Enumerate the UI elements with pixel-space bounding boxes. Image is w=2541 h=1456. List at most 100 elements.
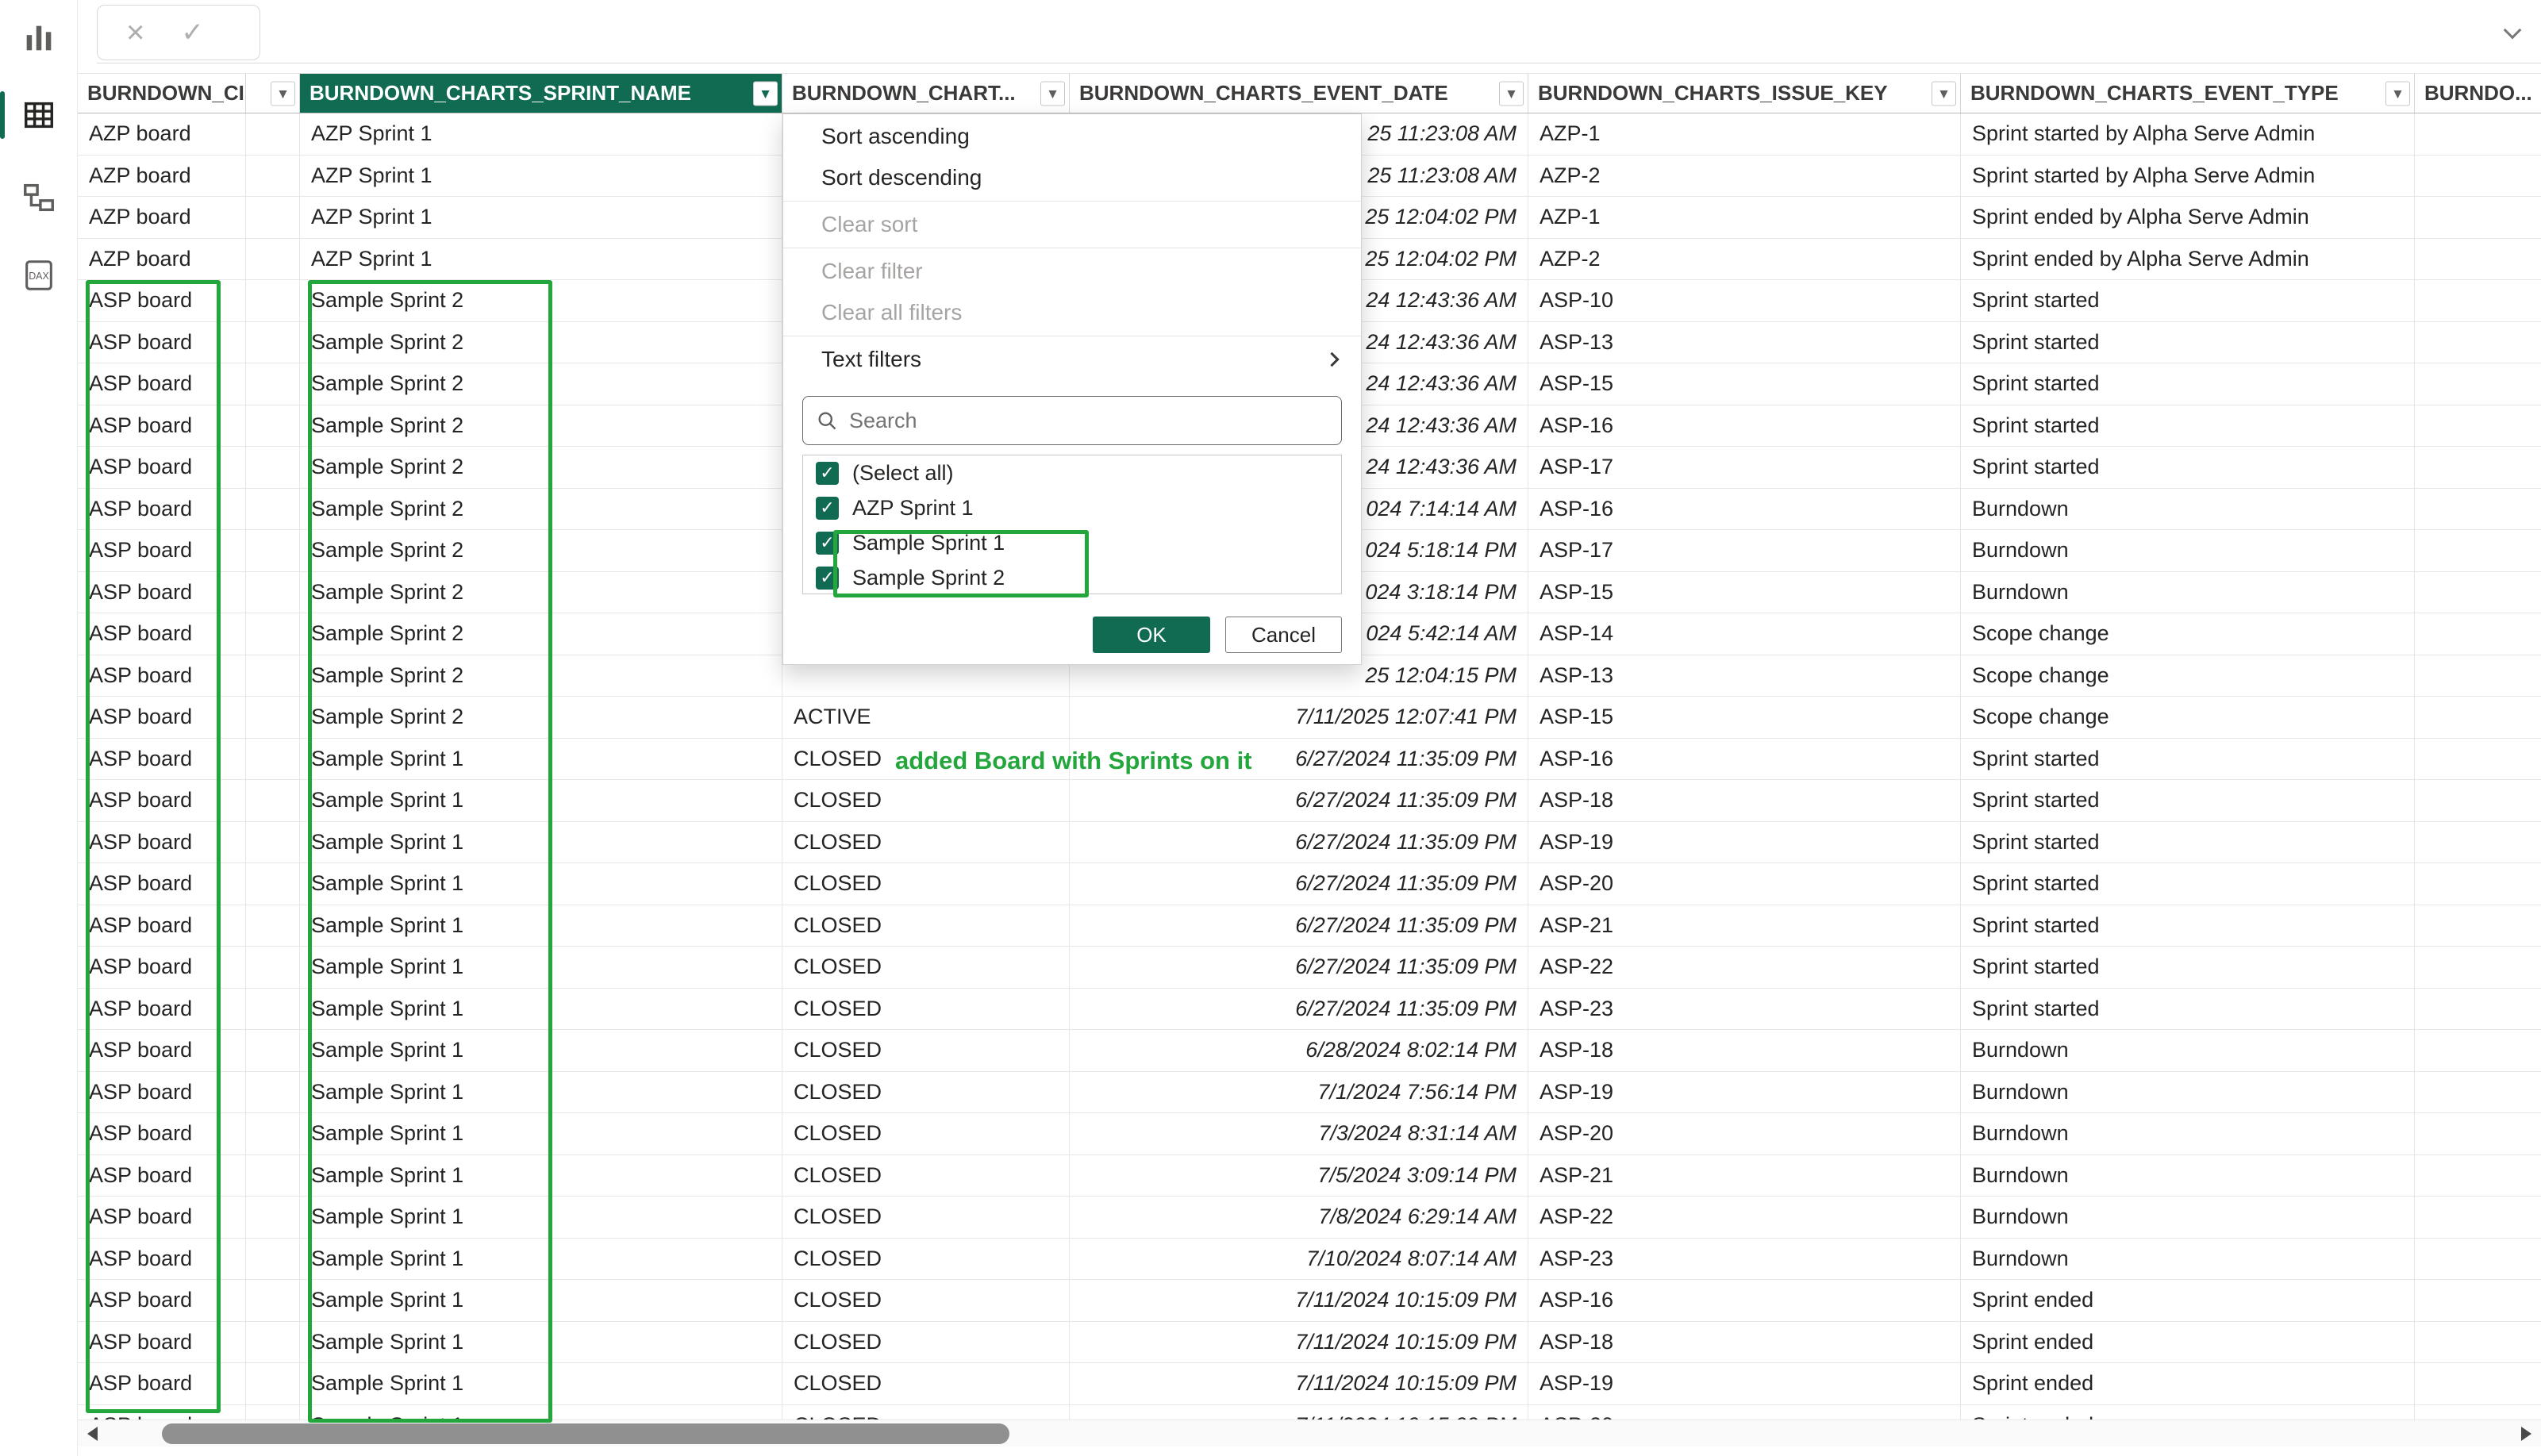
horizontal-scrollbar[interactable]: [78, 1420, 2541, 1446]
table-cell[interactable]: [246, 1197, 300, 1238]
table-cell[interactable]: [246, 405, 300, 447]
table-cell[interactable]: Sprint started: [1961, 989, 2415, 1030]
table-cell[interactable]: CLOSED: [782, 1280, 1070, 1321]
table-cell[interactable]: AZP board: [78, 113, 246, 155]
table-cell[interactable]: ASP board: [78, 1280, 246, 1321]
table-cell[interactable]: [246, 989, 300, 1030]
table-cell[interactable]: Sample Sprint 1: [300, 1113, 782, 1154]
table-cell[interactable]: ASP-17: [1528, 447, 1961, 488]
table-cell[interactable]: AZP board: [78, 156, 246, 197]
table-cell[interactable]: Sample Sprint 1: [300, 1280, 782, 1321]
table-cell[interactable]: CLOSED: [782, 863, 1070, 905]
table-cell[interactable]: Sample Sprint 1: [300, 863, 782, 905]
table-cell[interactable]: ASP board: [78, 280, 246, 321]
table-cell[interactable]: CLOSED: [782, 1239, 1070, 1280]
table-cell[interactable]: 7/8/2024 6:29:14 AM: [1070, 1197, 1528, 1238]
table-row[interactable]: ASP boardSample Sprint 1CLOSED7/8/2024 6…: [78, 1197, 2541, 1239]
filter-option-sample-sprint-2[interactable]: ✓ Sample Sprint 2: [803, 560, 1341, 594]
table-cell[interactable]: ASP board: [78, 1239, 246, 1280]
table-cell[interactable]: Sprint started by Alpha Serve Admin: [1961, 156, 2415, 197]
table-cell[interactable]: ASP board: [78, 863, 246, 905]
table-cell[interactable]: CLOSED: [782, 947, 1070, 988]
table-row[interactable]: ASP boardSample Sprint 1CLOSED6/27/2024 …: [78, 822, 2541, 864]
table-cell[interactable]: ASP-16: [1528, 739, 1961, 780]
table-cell[interactable]: ASP board: [78, 363, 246, 405]
table-cell[interactable]: Sample Sprint 2: [300, 530, 782, 571]
table-cell[interactable]: Sample Sprint 1: [300, 1197, 782, 1238]
table-cell[interactable]: ASP board: [78, 1197, 246, 1238]
table-cell[interactable]: [2415, 405, 2541, 447]
table-cell[interactable]: CLOSED: [782, 822, 1070, 863]
table-row[interactable]: ASP boardSample Sprint 1CLOSED6/27/2024 …: [78, 989, 2541, 1031]
table-cell[interactable]: ASP board: [78, 1322, 246, 1363]
table-cell[interactable]: ASP-15: [1528, 697, 1961, 738]
table-cell[interactable]: ASP-20: [1528, 1405, 1961, 1420]
table-cell[interactable]: [246, 1113, 300, 1154]
table-cell[interactable]: Sprint started: [1961, 739, 2415, 780]
table-cell[interactable]: Sprint started: [1961, 322, 2415, 363]
column-header-narrow[interactable]: ▾: [246, 74, 300, 113]
table-cell[interactable]: ASP-17: [1528, 530, 1961, 571]
table-cell[interactable]: Sprint ended: [1961, 1322, 2415, 1363]
table-cell[interactable]: [2415, 1280, 2541, 1321]
table-cell[interactable]: 7/3/2024 8:31:14 AM: [1070, 1113, 1528, 1154]
table-cell[interactable]: [246, 697, 300, 738]
cancel-button[interactable]: Cancel: [1225, 617, 1342, 653]
table-cell[interactable]: AZP-1: [1528, 197, 1961, 238]
table-cell[interactable]: [2415, 1030, 2541, 1071]
table-cell[interactable]: 7/11/2024 10:15:09 PM: [1070, 1363, 1528, 1404]
table-cell[interactable]: CLOSED: [782, 1155, 1070, 1197]
table-cell[interactable]: Sprint started: [1961, 863, 2415, 905]
table-cell[interactable]: Sprint started by Alpha Serve Admin: [1961, 113, 2415, 155]
table-cell[interactable]: [246, 780, 300, 821]
table-cell[interactable]: 6/27/2024 11:35:09 PM: [1070, 822, 1528, 863]
table-cell[interactable]: Sample Sprint 1: [300, 1363, 782, 1404]
table-cell[interactable]: ASP-15: [1528, 572, 1961, 613]
table-cell[interactable]: 7/11/2024 10:15:09 PM: [1070, 1322, 1528, 1363]
table-cell[interactable]: [2415, 989, 2541, 1030]
column-header-sprint-name[interactable]: BURNDOWN_CHARTS_SPRINT_NAME ▾: [300, 74, 782, 113]
table-cell[interactable]: [2415, 197, 2541, 238]
search-box[interactable]: [802, 396, 1342, 445]
table-cell[interactable]: 6/27/2024 11:35:09 PM: [1070, 989, 1528, 1030]
table-row[interactable]: ASP boardSample Sprint 1CLOSED6/27/2024 …: [78, 905, 2541, 947]
table-cell[interactable]: [246, 613, 300, 655]
table-cell[interactable]: ACTIVE: [782, 697, 1070, 738]
table-cell[interactable]: [246, 1239, 300, 1280]
table-cell[interactable]: [2415, 947, 2541, 988]
table-cell[interactable]: ASP-22: [1528, 1197, 1961, 1238]
table-cell[interactable]: [246, 197, 300, 238]
table-cell[interactable]: ASP-16: [1528, 489, 1961, 530]
table-cell[interactable]: Sprint started: [1961, 405, 2415, 447]
table-cell[interactable]: ASP board: [78, 447, 246, 488]
table-cell[interactable]: 6/27/2024 11:35:09 PM: [1070, 947, 1528, 988]
table-cell[interactable]: [2415, 1405, 2541, 1420]
table-cell[interactable]: Sprint started: [1961, 947, 2415, 988]
table-cell[interactable]: ASP-20: [1528, 863, 1961, 905]
table-row[interactable]: ASP boardSample Sprint 1CLOSED7/11/2024 …: [78, 1280, 2541, 1322]
table-cell[interactable]: CLOSED: [782, 989, 1070, 1030]
sidebar-item-model-view[interactable]: [0, 159, 78, 236]
table-cell[interactable]: Sample Sprint 1: [300, 1239, 782, 1280]
table-cell[interactable]: ASP board: [78, 613, 246, 655]
table-cell[interactable]: [2415, 280, 2541, 321]
table-cell[interactable]: 6/27/2024 11:35:09 PM: [1070, 905, 1528, 947]
column-header-cutoff[interactable]: BURNDO...: [2415, 74, 2541, 113]
table-cell[interactable]: [2415, 697, 2541, 738]
table-cell[interactable]: ASP-15: [1528, 363, 1961, 405]
table-cell[interactable]: Sample Sprint 2: [300, 613, 782, 655]
table-cell[interactable]: [246, 1405, 300, 1420]
formula-bar[interactable]: [97, 5, 2541, 63]
table-cell[interactable]: [2415, 322, 2541, 363]
table-cell[interactable]: Sample Sprint 2: [300, 322, 782, 363]
table-cell[interactable]: Burndown: [1961, 1072, 2415, 1113]
table-cell[interactable]: Sample Sprint 1: [300, 822, 782, 863]
filter-option-azp-sprint-1[interactable]: ✓ AZP Sprint 1: [803, 490, 1341, 525]
table-cell[interactable]: ASP-10: [1528, 280, 1961, 321]
table-row[interactable]: ASP boardSample Sprint 1CLOSED7/11/2024 …: [78, 1405, 2541, 1420]
table-cell[interactable]: 7/11/2025 12:07:41 PM: [1070, 697, 1528, 738]
table-cell[interactable]: ASP-21: [1528, 905, 1961, 947]
filter-option-select-all[interactable]: ✓ (Select all): [803, 455, 1341, 490]
column-header-event-type[interactable]: BURNDOWN_CHARTS_EVENT_TYPE ▾: [1961, 74, 2415, 113]
ok-button[interactable]: OK: [1093, 617, 1210, 653]
